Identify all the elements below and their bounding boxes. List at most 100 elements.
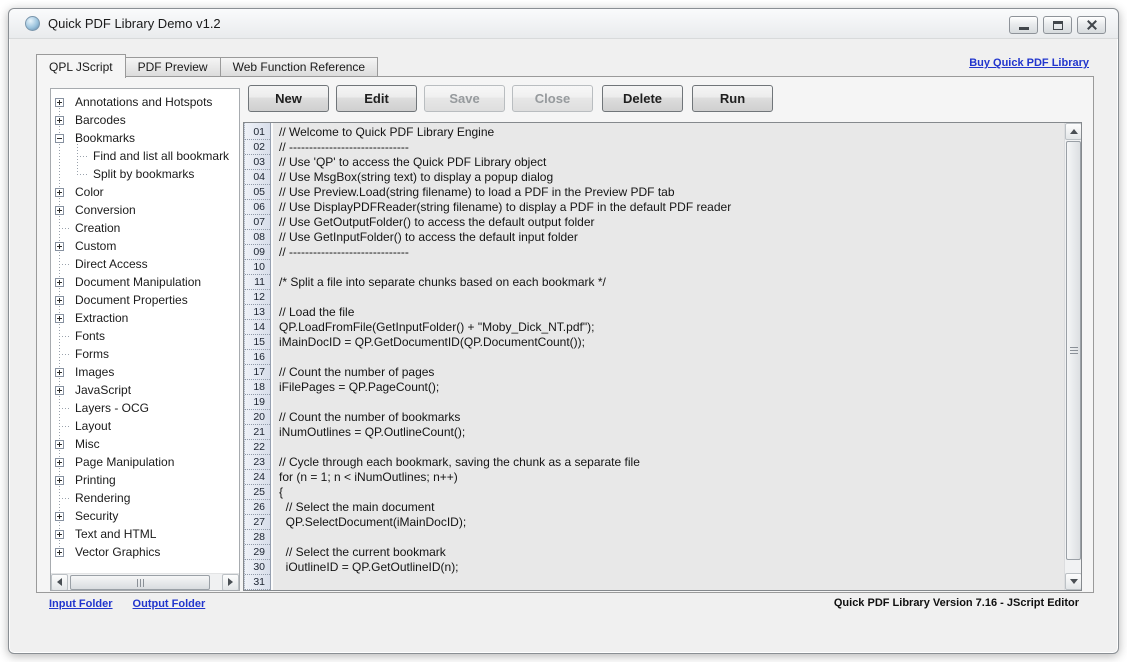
tab-pdf-preview[interactable]: PDF Preview [126,57,221,77]
tree-connector [77,156,89,157]
sidebar-item-conversion[interactable]: Conversion [51,201,239,219]
line-number: 13 [245,305,270,320]
code-text-area[interactable]: // Welcome to Quick PDF Library Engine//… [271,123,1064,590]
sidebar-item-extraction[interactable]: Extraction [51,309,239,327]
tree-connector [59,354,69,355]
code-line: // Cycle through each bookmark, saving t… [279,455,1064,470]
buy-link[interactable]: Buy Quick PDF Library [969,57,1089,69]
sidebar-item-layers-ocg[interactable]: Layers - OCG [51,399,239,417]
sidebar-item-text-and-html[interactable]: Text and HTML [51,525,239,543]
line-number: 32 [245,590,270,591]
sidebar-item-document-properties[interactable]: Document Properties [51,291,239,309]
run-button[interactable]: Run [692,85,773,112]
minimize-button[interactable] [1009,16,1038,34]
editor-scrollbar-thumb[interactable] [1066,141,1081,560]
line-number: 07 [245,215,270,230]
sidebar-item-images[interactable]: Images [51,363,239,381]
sidebar-item-find-and-list-all-bookmark[interactable]: Find and list all bookmark [51,147,239,165]
line-number: 24 [245,470,270,485]
sidebar-item-label: Barcodes [75,113,126,127]
plus-box-icon[interactable] [55,98,64,107]
code-line [279,290,1064,305]
sidebar-item-forms[interactable]: Forms [51,345,239,363]
plus-box-icon[interactable] [55,314,64,323]
line-number: 30 [245,560,270,575]
edit-button[interactable]: Edit [336,85,417,112]
plus-box-icon[interactable] [55,440,64,449]
sidebar-item-label: Forms [75,347,109,361]
tab-web-function-reference[interactable]: Web Function Reference [221,57,379,77]
code-line: iMainDocID = QP.GetDocumentID(QP.Documen… [279,335,1064,350]
new-button[interactable]: New [248,85,329,112]
sidebar-item-rendering[interactable]: Rendering [51,489,239,507]
sidebar-item-annotations-and-hotspots[interactable]: Annotations and Hotspots [51,93,239,111]
scroll-left-button[interactable] [51,574,68,591]
plus-box-icon[interactable] [55,116,64,125]
plus-box-icon[interactable] [55,188,64,197]
window-controls [1009,16,1106,34]
scroll-right-button[interactable] [222,574,239,591]
category-tree[interactable]: Annotations and Hotspots Barcodes Bookmark… [50,88,240,591]
line-number: 11 [245,275,270,290]
plus-box-icon[interactable] [55,242,64,251]
sidebar-item-fonts[interactable]: Fonts [51,327,239,345]
code-line: // Use GetOutputFolder() to access the d… [279,215,1064,230]
line-number: 18 [245,380,270,395]
scrollbar-grip-icon [1070,347,1078,355]
code-editor[interactable]: 0102030405060708091011121314151617181920… [243,122,1082,591]
sidebar-item-page-manipulation[interactable]: Page Manipulation [51,453,239,471]
plus-box-icon[interactable] [55,548,64,557]
line-number: 25 [245,485,270,500]
sidebar-item-label: Creation [75,221,120,235]
tree-connector [59,426,69,427]
line-number: 14 [245,320,270,335]
plus-box-icon[interactable] [55,476,64,485]
tab-qpl-jscript[interactable]: QPL JScript [36,54,126,78]
sidebar-item-bookmarks[interactable]: Bookmarks [51,129,239,147]
scroll-up-button[interactable] [1065,123,1082,140]
input-folder-link[interactable]: Input Folder [49,598,113,610]
sidebar-item-label: Fonts [75,329,105,343]
scroll-down-button[interactable] [1065,573,1082,590]
sidebar-item-barcodes[interactable]: Barcodes [51,111,239,129]
code-line: // Load the file [279,305,1064,320]
output-folder-link[interactable]: Output Folder [133,598,206,610]
plus-box-icon[interactable] [55,206,64,215]
sidebar-item-misc[interactable]: Misc [51,435,239,453]
sidebar-item-custom[interactable]: Custom [51,237,239,255]
plus-box-icon[interactable] [55,296,64,305]
code-line: iOutlineID = QP.GetOutlineID(n); [279,560,1064,575]
maximize-button[interactable] [1043,16,1072,34]
plus-box-icon[interactable] [55,278,64,287]
line-number: 01 [245,125,270,140]
titlebar[interactable]: Quick PDF Library Demo v1.2 [9,9,1118,39]
status-links: Input Folder Output Folder [49,598,205,610]
tree-horizontal-scrollbar[interactable] [51,573,239,590]
sidebar-item-direct-access[interactable]: Direct Access [51,255,239,273]
plus-box-icon[interactable] [55,530,64,539]
desktop: Quick PDF Library Demo v1.2 Buy Quick PD… [0,0,1127,662]
sidebar-item-label: Document Properties [75,293,188,307]
plus-box-icon[interactable] [55,512,64,521]
code-line [279,260,1064,275]
delete-button[interactable]: Delete [602,85,683,112]
sidebar-item-vector-graphics[interactable]: Vector Graphics [51,543,239,561]
sidebar-item-creation[interactable]: Creation [51,219,239,237]
line-number: 31 [245,575,270,590]
tree-scrollbar-thumb[interactable] [70,575,210,590]
triangle-left-icon [57,578,62,586]
sidebar-item-printing[interactable]: Printing [51,471,239,489]
code-line: for (n = 1; n < iNumOutlines; n++) [279,470,1064,485]
sidebar-item-javascript[interactable]: JavaScript [51,381,239,399]
plus-box-icon[interactable] [55,386,64,395]
close-button[interactable] [1077,16,1106,34]
plus-box-icon[interactable] [55,458,64,467]
sidebar-item-security[interactable]: Security [51,507,239,525]
minus-box-icon[interactable] [55,134,64,143]
sidebar-item-document-manipulation[interactable]: Document Manipulation [51,273,239,291]
sidebar-item-layout[interactable]: Layout [51,417,239,435]
plus-box-icon[interactable] [55,368,64,377]
sidebar-item-color[interactable]: Color [51,183,239,201]
editor-vertical-scrollbar[interactable] [1064,123,1081,590]
sidebar-item-split-by-bookmarks[interactable]: Split by bookmarks [51,165,239,183]
